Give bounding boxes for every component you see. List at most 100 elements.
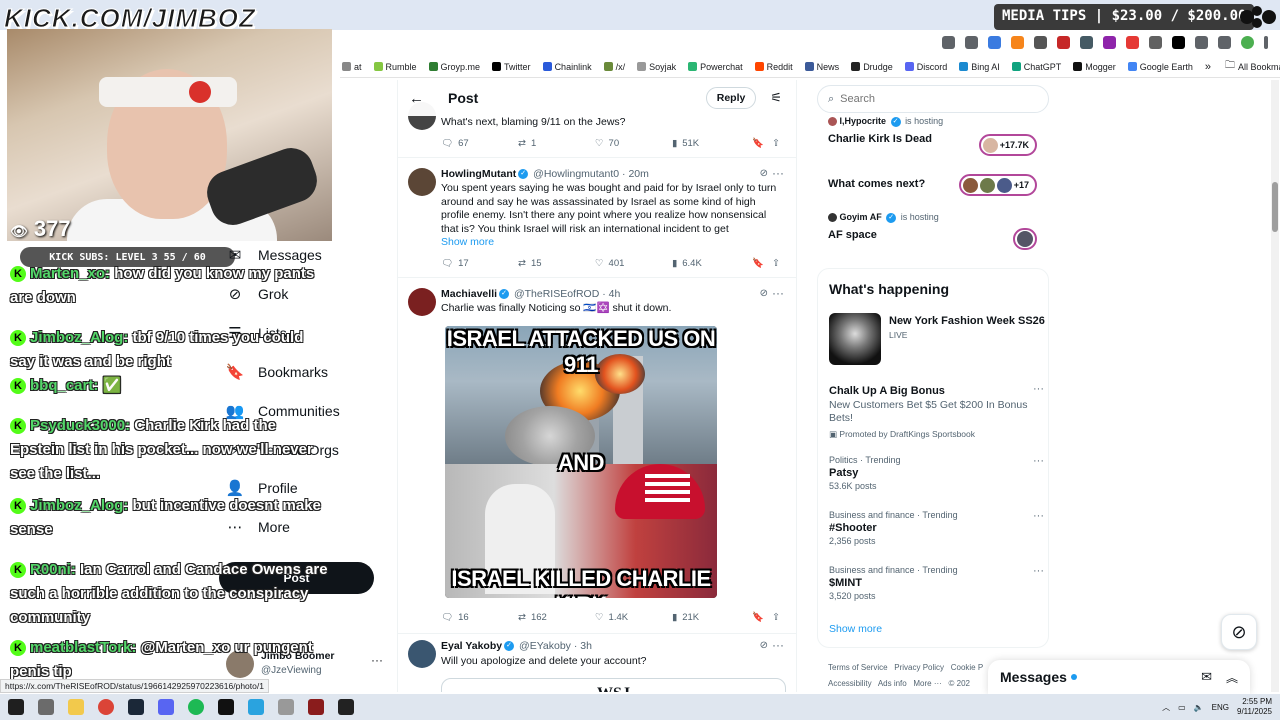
views-action[interactable]: ▮ 6.4K — [672, 258, 752, 269]
more-dots-icon[interactable]: ··· — [772, 638, 784, 652]
reply-action[interactable]: 🗨 67 — [441, 138, 518, 149]
repost-action[interactable]: ⇄ 15 — [518, 258, 595, 269]
terminal-icon[interactable] — [218, 699, 234, 715]
bookmark-x[interactable]: /x/ — [603, 62, 625, 72]
like-action[interactable]: ♡ 1.4K — [595, 612, 672, 623]
back-arrow-icon[interactable]: ← — [409, 90, 424, 107]
compose-message-icon[interactable]: ✉ — [1201, 669, 1212, 685]
space-card[interactable]: Goyim AF ✓ is hosting AF space — [828, 212, 1048, 250]
search-box[interactable]: ⌕ — [817, 85, 1049, 113]
reply-action[interactable]: 🗨 16 — [441, 612, 518, 623]
more-dots-icon[interactable]: ··· — [1033, 510, 1044, 522]
repost-action[interactable]: ⇄ 1 — [518, 138, 595, 149]
views-action[interactable]: ▮ 21K — [672, 612, 752, 623]
sidepanel-icon[interactable] — [1218, 36, 1231, 49]
x-logo-icon[interactable] — [1172, 36, 1185, 49]
grok-icon[interactable]: ⊘ — [760, 640, 768, 651]
bookmark-icon[interactable]: 🔖 — [752, 258, 772, 269]
language-indicator[interactable]: ENG — [1212, 703, 1229, 712]
chrome-icon[interactable] — [98, 699, 114, 715]
discord-icon[interactable] — [158, 699, 174, 715]
promoted-trend[interactable]: Chalk Up A Big Bonus New Customers Bet $… — [829, 383, 1044, 440]
grok-icon[interactable]: ⊘ — [760, 168, 768, 179]
trend-item[interactable]: Politics · Trending Patsy 53.6K posts ··… — [829, 455, 1044, 491]
file-explorer-icon[interactable] — [68, 699, 84, 715]
more-dots-icon[interactable]: ··· — [1033, 565, 1044, 577]
link-card[interactable]: WSJ — [441, 678, 786, 692]
kebab-menu-icon[interactable] — [1264, 36, 1268, 49]
chevron-up-icon[interactable]: ︿ — [1162, 702, 1170, 713]
bookmark-twitter[interactable]: Twitter — [492, 62, 531, 72]
trend-item[interactable]: Business and finance · Trending $MINT 3,… — [829, 565, 1044, 601]
windows-start-icon[interactable] — [8, 699, 24, 715]
repost-action[interactable]: ⇄ 162 — [518, 612, 595, 623]
page-scrollbar[interactable] — [1271, 80, 1279, 692]
like-action[interactable]: ♡ 70 — [595, 138, 672, 149]
clock[interactable]: 2:55 PM 9/11/2025 — [1237, 697, 1272, 717]
star-icon[interactable] — [965, 36, 978, 49]
all-bookmarks-button[interactable]: 🗀 All Bookmarks — [1225, 58, 1280, 75]
tweet[interactable]: Eyal Yakoby ✓ @EYakoby · 3h ⊘ ··· Will yo… — [398, 634, 796, 692]
trend-item[interactable]: Business and finance · Trending #Shooter… — [829, 510, 1044, 546]
share-icon[interactable]: ⇪ — [772, 258, 780, 269]
grok-icon[interactable]: ⊘ — [760, 288, 768, 299]
telegram-icon[interactable] — [248, 699, 264, 715]
more-dots-icon[interactable]: ··· — [772, 166, 784, 180]
bookmark-google-earth[interactable]: Google Earth — [1127, 62, 1193, 72]
shield-icon[interactable] — [1034, 36, 1047, 49]
views-action[interactable]: ▮ 51K — [672, 138, 752, 149]
bookmark-rumble[interactable]: Rumble — [373, 62, 417, 72]
bookmark-soyjak[interactable]: Soyjak — [637, 62, 676, 72]
bookmark-news[interactable]: News — [804, 62, 839, 72]
extension-icon[interactable] — [1126, 36, 1139, 49]
search-input[interactable] — [840, 93, 1021, 105]
bookmark-chainlink[interactable]: Chainlink — [542, 62, 592, 72]
spotify-icon[interactable] — [188, 699, 204, 715]
extension-icon[interactable] — [1149, 36, 1162, 49]
tweet[interactable]: HowlingMutant ✓ @Howlingmutant0 · 20m ⊘ ·… — [398, 158, 796, 278]
show-more-link[interactable]: Show more — [441, 236, 541, 250]
profile-avatar-icon[interactable] — [1241, 36, 1254, 49]
bookmark-chatgpt[interactable]: ChatGPT — [1011, 62, 1061, 72]
space-card[interactable]: I,Hypocrite ✓ is hosting Charlie Kirk Is… — [828, 116, 1048, 156]
cast-icon[interactable] — [942, 36, 955, 49]
bookmark-at[interactable]: at — [342, 62, 362, 72]
share-icon[interactable]: ⇪ — [772, 138, 780, 149]
featured-trend-title[interactable]: New York Fashion Week SS26 — [889, 315, 1045, 327]
tweet-image[interactable]: ISRAEL ATTACKED US ON 911 AND ISRAEL KIL… — [445, 326, 717, 598]
bookmark-drudge[interactable]: Drudge — [851, 62, 893, 72]
reply-button[interactable]: Reply — [705, 87, 757, 109]
bookmark-discord[interactable]: Discord — [904, 62, 947, 72]
metamask-icon[interactable] — [1011, 36, 1024, 49]
messages-dock[interactable]: Messages ✉ ︽ — [988, 660, 1250, 694]
network-icon[interactable]: ▭ — [1178, 703, 1186, 712]
bookmark-reddit[interactable]: Reddit — [754, 62, 793, 72]
like-action[interactable]: ♡ 401 — [595, 258, 672, 269]
bookmark-powerchat[interactable]: Powerchat — [688, 62, 743, 72]
bookmark-icon[interactable]: 🔖 — [752, 612, 772, 623]
extension-icon[interactable] — [1080, 36, 1093, 49]
bookmark-bing-ai[interactable]: Bing AI — [959, 62, 1000, 72]
extension-icon[interactable] — [1057, 36, 1070, 49]
show-more-link[interactable]: Show more — [829, 623, 882, 635]
grok-button[interactable]: ⊘ — [1221, 614, 1257, 650]
app-icon[interactable] — [308, 699, 324, 715]
extension-icon[interactable] — [1103, 36, 1116, 49]
volume-icon[interactable]: 🔈 — [1194, 703, 1204, 712]
extension-icon[interactable] — [988, 36, 1001, 49]
space-card[interactable]: What comes next? +17 — [828, 172, 1048, 196]
more-dots-icon[interactable]: ··· — [1033, 455, 1044, 467]
bookmark-icon[interactable]: 🔖 — [752, 138, 772, 149]
more-dots-icon[interactable]: ··· — [1033, 383, 1044, 395]
filter-sliders-icon[interactable]: ⚟ — [770, 90, 782, 106]
bookmark-groyp-me[interactable]: Groyp.me — [428, 62, 480, 72]
bookmark-mogger[interactable]: Mogger — [1073, 62, 1116, 72]
app-icon[interactable] — [278, 699, 294, 715]
app-icon[interactable] — [338, 699, 354, 715]
task-view-icon[interactable] — [38, 699, 54, 715]
steam-icon[interactable] — [128, 699, 144, 715]
chevron-up-icon[interactable]: ︽ — [1226, 669, 1238, 686]
puzzle-icon[interactable] — [1195, 36, 1208, 49]
bookmarks-overflow-icon[interactable]: » — [1205, 61, 1211, 73]
reply-action[interactable]: 🗨 17 — [441, 258, 518, 269]
